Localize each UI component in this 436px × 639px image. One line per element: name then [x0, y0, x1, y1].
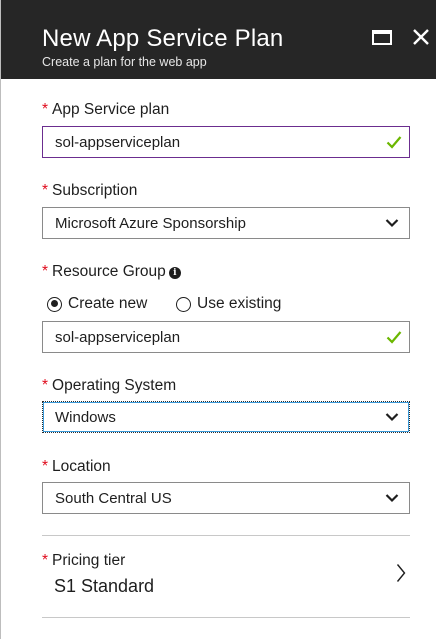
app-service-plan-label: * App Service plan — [42, 101, 169, 119]
resource-group-label: * Resource Group i — [42, 263, 181, 281]
pricing-tier-selector[interactable]: * Pricing tier S1 Standard — [42, 545, 410, 615]
chevron-down-icon — [385, 494, 399, 503]
location-dropdown[interactable]: South Central US — [42, 482, 410, 514]
radio-create-new[interactable]: Create new — [47, 294, 147, 314]
location-label-text: Location — [52, 458, 111, 475]
app-service-plan-label-text: App Service plan — [52, 101, 170, 118]
close-icon[interactable] — [411, 27, 431, 47]
required-marker: * — [42, 182, 49, 199]
blade-header: New App Service Plan Create a plan for t… — [1, 0, 436, 79]
blade-subtitle: Create a plan for the web app — [42, 55, 207, 69]
info-icon[interactable]: i — [168, 267, 181, 279]
operating-system-label-text: Operating System — [52, 377, 177, 394]
checkmark-icon — [386, 136, 402, 149]
divider — [42, 535, 410, 536]
subscription-value: Microsoft Azure Sponsorship — [55, 215, 246, 232]
blade-title: New App Service Plan — [42, 25, 284, 52]
radio-create-new-label: Create new — [68, 295, 148, 312]
divider — [42, 617, 410, 618]
radio-selected-indicator — [47, 296, 62, 312]
resource-group-value: sol-appserviceplan — [55, 329, 181, 346]
required-marker: * — [42, 101, 49, 118]
subscription-label: * Subscription — [42, 182, 137, 200]
maximize-icon[interactable] — [372, 30, 392, 45]
pricing-tier-label-text: Pricing tier — [52, 552, 126, 569]
required-marker: * — [42, 377, 49, 394]
radio-unselected-indicator — [176, 296, 191, 312]
location-label: * Location — [42, 458, 111, 476]
resource-group-input[interactable]: sol-appserviceplan — [42, 321, 410, 353]
required-marker: * — [42, 458, 49, 475]
required-marker: * — [42, 263, 49, 280]
app-service-plan-value: sol-appserviceplan — [55, 134, 181, 151]
checkmark-icon — [386, 331, 402, 344]
operating-system-label: * Operating System — [42, 377, 176, 395]
operating-system-value: Windows — [55, 409, 116, 426]
chevron-down-icon — [385, 219, 399, 228]
chevron-down-icon — [385, 413, 399, 422]
location-value: South Central US — [55, 490, 172, 507]
operating-system-dropdown[interactable]: Windows — [42, 401, 410, 433]
subscription-label-text: Subscription — [52, 182, 138, 199]
pricing-tier-label: * Pricing tier — [42, 552, 125, 570]
app-service-plan-input[interactable]: sol-appserviceplan — [42, 126, 410, 158]
resource-group-label-text: Resource Group — [52, 263, 166, 280]
radio-use-existing-label: Use existing — [197, 295, 282, 312]
subscription-dropdown[interactable]: Microsoft Azure Sponsorship — [42, 207, 410, 239]
app-service-plan-blade: New App Service Plan Create a plan for t… — [0, 0, 436, 639]
required-marker: * — [42, 552, 49, 569]
chevron-right-icon — [396, 564, 406, 582]
pricing-tier-value: S1 Standard — [54, 576, 155, 596]
radio-use-existing[interactable]: Use existing — [176, 294, 281, 314]
